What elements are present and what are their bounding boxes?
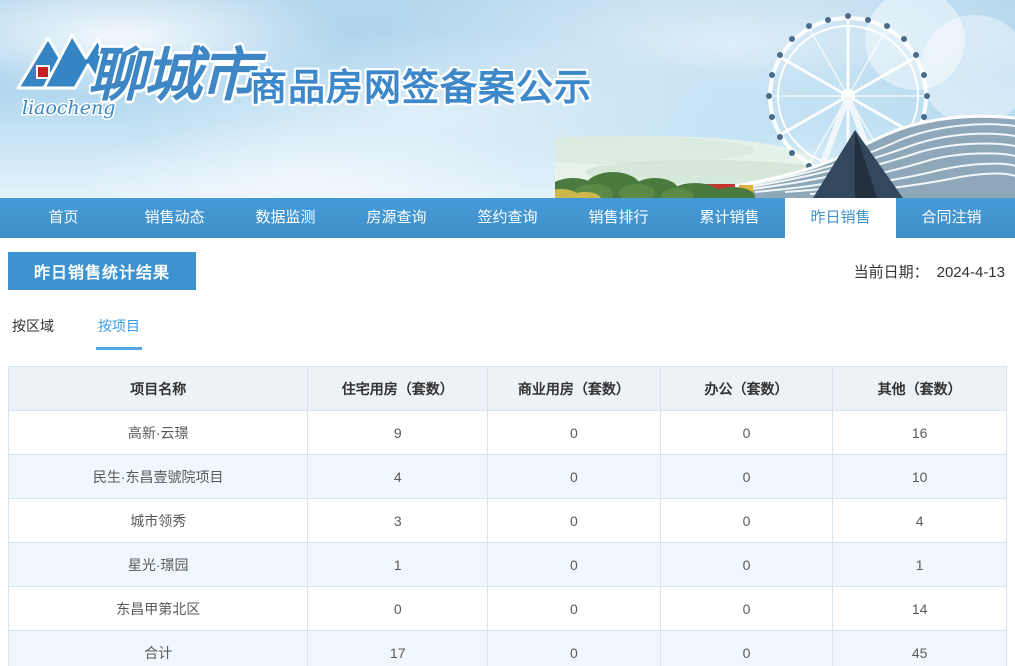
main-nav: 首页 销售动态 数据监测 房源查询 签约查询 销售排行 累计销售 昨日销售 合同注销 [0, 198, 1015, 238]
table-cell: 0 [487, 498, 661, 543]
table-cell: 9 [307, 410, 489, 455]
view-tab-1[interactable]: 按项目 [96, 316, 142, 350]
table-cell: 10 [832, 454, 1007, 499]
nav-item-8[interactable]: 合同注销 [896, 198, 1007, 238]
table-row: 高新·云璟 9 0 0 16 [7, 410, 1007, 455]
table-cell: 城市领秀 [7, 498, 309, 543]
table-cell: 17 [307, 630, 489, 666]
view-tabs: 按区域 按项目 [8, 316, 1007, 350]
table-cell: 0 [659, 410, 834, 455]
table-row: 民生·东昌壹號院项目 4 0 0 10 [7, 454, 1007, 499]
nav-item-3[interactable]: 房源查询 [341, 198, 452, 238]
nav-item-5[interactable]: 销售排行 [563, 198, 674, 238]
site-title: 商品房网签备案公示 [250, 67, 592, 108]
page-title: 昨日销售统计结果 [8, 252, 197, 290]
content-area: 昨日销售统计结果 当前日期： 2024-4-13 按区域 按项目 项目名称 住宅用房（… [0, 238, 1015, 666]
table-cell: 0 [659, 498, 834, 543]
table-cell: 0 [487, 586, 661, 631]
current-date-label: 当前日期： [853, 263, 929, 281]
table-cell: 16 [832, 410, 1007, 455]
table-cell: 4 [832, 498, 1007, 543]
table-cell: 星光·璟园 [7, 542, 309, 587]
nav-item-0[interactable]: 首页 [8, 198, 119, 238]
table-cell: 45 [832, 630, 1007, 666]
column-header: 办公（套数） [659, 366, 834, 411]
table-cell: 1 [832, 542, 1007, 587]
logo-calligraphy: 聊城市 [88, 41, 258, 109]
table-cell: 14 [832, 586, 1007, 631]
table-cell: 0 [659, 586, 834, 631]
table-cell: 合计 [7, 630, 309, 666]
nav-item-6[interactable]: 累计销售 [674, 198, 785, 238]
table-row: 合计 17 0 0 45 [7, 630, 1007, 666]
ferris-wheel-illustration [555, 0, 1015, 198]
table-cell: 东昌甲第北区 [7, 586, 309, 631]
table-cell: 3 [307, 498, 489, 543]
column-header: 项目名称 [7, 366, 309, 411]
table-cell: 0 [487, 542, 661, 587]
table-header-row: 项目名称 住宅用房（套数） 商业用房（套数） 办公（套数） 其他（套数） [7, 366, 1007, 411]
table-row: 东昌甲第北区 0 0 0 14 [7, 586, 1007, 631]
current-date: 当前日期： 2024-4-13 [854, 261, 1007, 282]
table-cell: 0 [659, 630, 834, 666]
table-row: 城市领秀 3 0 0 4 [7, 498, 1007, 543]
table-row: 星光·璟园 1 0 0 1 [7, 542, 1007, 587]
table-cell: 高新·云璟 [7, 410, 309, 455]
column-header: 商业用房（套数） [487, 366, 661, 411]
view-tab-0[interactable]: 按区域 [10, 316, 56, 350]
sales-stats-table: 项目名称 住宅用房（套数） 商业用房（套数） 办公（套数） 其他（套数） 高新·云璟 9 0… [7, 366, 1007, 666]
table-cell: 0 [487, 454, 661, 499]
nav-item-2[interactable]: 数据监测 [230, 198, 341, 238]
table-cell: 民生·东昌壹號院项目 [7, 454, 309, 499]
table-cell: 4 [307, 454, 489, 499]
table-cell: 0 [307, 586, 489, 631]
current-date-value: 2024-4-13 [936, 263, 1005, 281]
table-header: 项目名称 住宅用房（套数） 商业用房（套数） 办公（套数） 其他（套数） [7, 366, 1007, 411]
table-cell: 0 [487, 630, 661, 666]
table-cell: 0 [659, 454, 834, 499]
nav-item-4[interactable]: 签约查询 [452, 198, 563, 238]
table-cell: 0 [659, 542, 834, 587]
nav-item-7[interactable]: 昨日销售 [785, 198, 896, 238]
table-cell: 0 [487, 410, 661, 455]
section-header: 昨日销售统计结果 当前日期： 2024-4-13 [8, 252, 1007, 290]
site-banner: liaocheng 聊城市 商品房网签备案公示 [0, 0, 1015, 198]
column-header: 住宅用房（套数） [307, 366, 489, 411]
nav-item-1[interactable]: 销售动态 [119, 198, 230, 238]
table-cell: 1 [307, 542, 489, 587]
column-header: 其他（套数） [832, 366, 1007, 411]
table-body: 高新·云璟 9 0 0 16 民生·东昌壹號院项目 4 0 0 10 城市领秀 3 0 0 4 星光·璟园 1 0… [7, 410, 1007, 666]
